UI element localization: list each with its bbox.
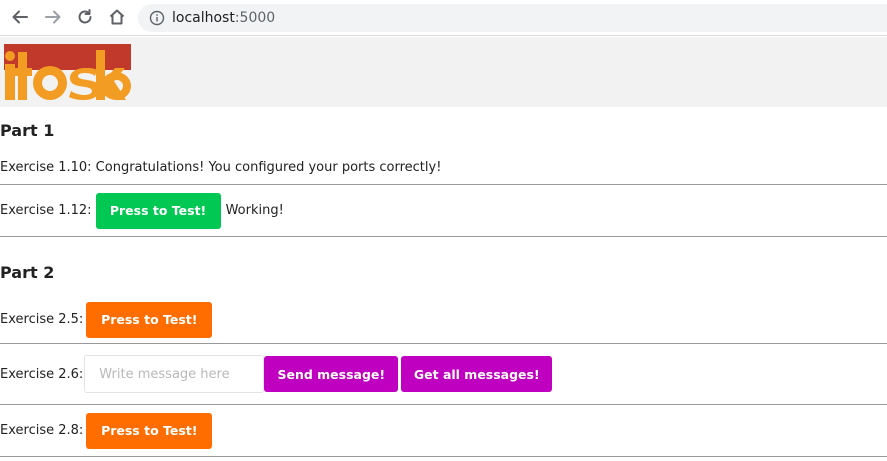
toska-logo bbox=[4, 44, 131, 100]
url-port: :5000 bbox=[234, 10, 276, 26]
url-text[interactable]: localhost:5000 bbox=[172, 10, 275, 26]
exercise-2-8-test-button[interactable]: Press to Test! bbox=[86, 412, 213, 449]
exercise-2-8-label: Exercise 2.8: bbox=[0, 423, 84, 438]
part1-title: Part 1 bbox=[0, 121, 55, 140]
exercise-2-5-test-button[interactable]: Press to Test! bbox=[86, 301, 213, 338]
address-bar[interactable]: localhost:5000 bbox=[138, 4, 887, 32]
exercise-1-12-status: Working! bbox=[225, 203, 284, 218]
site-header bbox=[0, 37, 887, 107]
exercise-2-5-label: Exercise 2.5: bbox=[0, 312, 84, 327]
info-icon[interactable] bbox=[149, 10, 165, 26]
browser-toolbar: localhost:5000 bbox=[0, 0, 887, 36]
exercise-2-8-row: Exercise 2.8: Press to Test! bbox=[0, 405, 887, 457]
exercise-1-12-label: Exercise 1.12: bbox=[0, 203, 92, 218]
get-all-messages-button[interactable]: Get all messages! bbox=[401, 356, 553, 392]
url-host: localhost bbox=[172, 10, 235, 26]
forward-arrow-icon[interactable] bbox=[43, 7, 63, 27]
exercise-1-10-row: Exercise 1.10: Congratulations! You conf… bbox=[0, 150, 887, 185]
send-message-button[interactable]: Send message! bbox=[264, 356, 399, 392]
exercise-1-12-row: Exercise 1.12: Press to Test! Working! bbox=[0, 185, 887, 237]
back-arrow-icon[interactable] bbox=[10, 7, 30, 27]
reload-icon[interactable] bbox=[75, 7, 95, 27]
exercise-2-6-label: Exercise 2.6: bbox=[0, 366, 84, 382]
exercise-2-6-row: Exercise 2.6: Send message! Get all mess… bbox=[0, 344, 887, 405]
exercise-1-12-test-button[interactable]: Press to Test! bbox=[95, 192, 221, 229]
exercise-1-10-text: Exercise 1.10: Congratulations! You conf… bbox=[0, 159, 442, 175]
message-input[interactable] bbox=[84, 355, 265, 393]
part2-title: Part 2 bbox=[0, 263, 55, 282]
home-icon[interactable] bbox=[107, 7, 127, 27]
exercise-2-5-row: Exercise 2.5: Press to Test! bbox=[0, 296, 887, 344]
